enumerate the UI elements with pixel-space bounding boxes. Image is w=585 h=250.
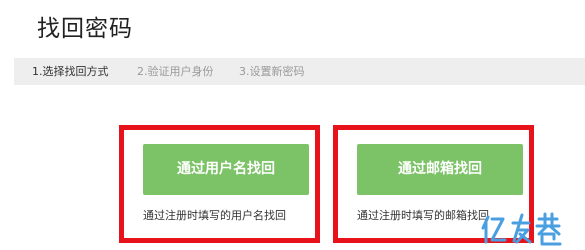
watermark-logo (481, 212, 562, 246)
recover-by-email-description: 通过注册时填写的邮箱找回 (357, 209, 489, 222)
recover-by-username-button[interactable]: 通过用户名找回 (143, 144, 309, 195)
password-recovery-page: 找回密码 1.选择找回方式 2.验证用户身份 3.设置新密码 通过用户名找回 通… (0, 0, 585, 250)
recover-by-username-description: 通过注册时填写的用户名找回 (143, 209, 286, 222)
steps-bar: 1.选择找回方式 2.验证用户身份 3.设置新密码 (14, 58, 585, 85)
step-verify-identity: 2.验证用户身份 (137, 65, 214, 78)
option-by-username: 通过用户名找回 通过注册时填写的用户名找回 (119, 125, 320, 243)
recover-by-email-button[interactable]: 通过邮箱找回 (357, 144, 523, 195)
step-choose-method: 1.选择找回方式 (32, 65, 109, 78)
step-set-new-password: 3.设置新密码 (239, 65, 305, 78)
page-title: 找回密码 (37, 16, 133, 42)
